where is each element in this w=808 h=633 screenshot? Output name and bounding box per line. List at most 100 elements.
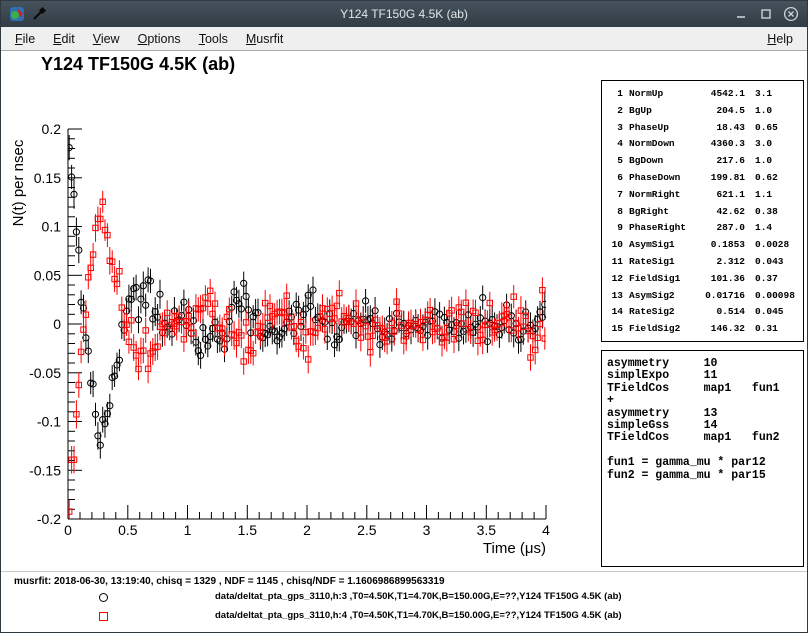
menu-help[interactable]: Help [758,29,802,49]
param-error: 1.0 [755,103,799,120]
series-h3 [66,135,548,459]
param-name: FieldSig1 [629,271,693,288]
param-error: 0.37 [755,271,799,288]
param-value: 287.0 [693,220,745,237]
param-name: AsymSig2 [629,288,693,305]
menu-view[interactable]: View [84,29,129,49]
titlebar: Y124 TF150G 4.5K (ab) [1,1,807,27]
param-number: 10 [608,237,623,254]
axes [68,129,546,519]
param-number: 7 [608,187,623,204]
param-error: 3.1 [755,86,799,103]
svg-text:3: 3 [423,522,431,538]
series-h4 [67,191,548,524]
param-row: 11RateSig12.3120.043 [608,254,799,271]
theory-line: fun1 = gamma_mu * par12 [607,457,803,469]
param-error: 0.0028 [755,237,799,254]
param-row: 14 RateSig20.514 0.045 [608,304,799,321]
param-error: 3.0 [755,136,799,153]
param-row: 8BgRight42.620.38 [608,204,799,221]
theory-box: asymmetry 10simplExpo 11TFieldCos map1 f… [601,350,804,567]
param-value: 199.81 [693,170,745,187]
theory-line: TFieldCos map1 fun2 [607,432,803,444]
svg-text:0: 0 [64,522,72,538]
circle-marker-icon [99,593,108,602]
param-number: 4 [608,136,623,153]
param-number: 1 [608,86,623,103]
param-number: 11 [608,254,623,271]
param-error: 1.0 [755,153,799,170]
param-name: BgRight [629,204,693,221]
svg-text:-0.1: -0.1 [37,414,61,430]
window-title: Y124 TF150G 4.5K (ab) [1,7,807,21]
param-name: FieldSig2 [629,321,693,338]
param-error: 0.045 [755,304,799,321]
svg-text:-0.15: -0.15 [29,462,61,478]
svg-text:0.15: 0.15 [34,170,61,186]
param-value: 18.43 [693,120,745,137]
param-number: 3 [608,120,623,137]
param-number: 9 [608,220,623,237]
pin-icon[interactable] [31,6,47,22]
param-error: 1.4 [755,220,799,237]
svg-text:0.1: 0.1 [42,219,62,235]
param-name: RateSig2 [629,304,693,321]
param-error: 0.65 [755,120,799,137]
param-error: 0.00098 [755,288,799,305]
svg-text:2.5: 2.5 [357,522,377,538]
svg-text:-0.05: -0.05 [29,365,61,381]
app-icon[interactable] [9,6,25,22]
legend-row: data/deltat_pta_gps_3110,h:4 ,T0=4.50K,T… [1,609,807,625]
svg-text:3.5: 3.5 [477,522,497,538]
param-number: 8 [608,204,623,221]
param-row: 6PhaseDown199.810.62 [608,170,799,187]
param-value: 2.312 [693,254,745,271]
param-error: 0.62 [755,170,799,187]
param-error: 0.31 [755,321,799,338]
param-number: 12 [608,271,623,288]
menu-musrfit[interactable]: Musrfit [237,29,293,49]
menubar: FileEditViewOptionsToolsMusrfit Help [1,27,807,51]
theory-line: fun2 = gamma_mu * par15 [607,470,803,482]
param-name: PhaseRight [629,220,693,237]
param-value: 4360.3 [693,136,745,153]
chart-canvas[interactable]: 00.511.522.533.54-0.2-0.15-0.1-0.0500.05… [1,71,599,576]
theory-line: + [607,395,803,407]
param-value: 4542.1 [693,86,745,103]
param-number: 5 [608,153,623,170]
param-value: 621.1 [693,187,745,204]
param-name: NormUp [629,86,693,103]
param-row: 12FieldSig1101.360.37 [608,271,799,288]
menubar-help: Help [758,29,802,49]
menu-tools[interactable]: Tools [190,29,237,49]
maximize-button[interactable] [758,6,774,22]
param-value: 42.62 [693,204,745,221]
svg-text:0.2: 0.2 [42,121,62,137]
x-axis-title: Time (μs) [483,540,546,557]
param-name: NormDown [629,136,693,153]
minimize-button[interactable] [733,6,749,22]
param-error: 1.1 [755,187,799,204]
svg-text:4: 4 [542,522,550,538]
param-row: 4 NormDown4360.3 3.0 [608,136,799,153]
theory-line: TFieldCos map1 fun1 [607,383,803,395]
menu-file[interactable]: File [6,29,44,49]
param-row: 1 NormUp4542.1 3.1 [608,86,799,103]
param-name: AsymSig1 [629,237,693,254]
menu-options[interactable]: Options [129,29,190,49]
svg-text:0.05: 0.05 [34,267,61,283]
svg-text:2: 2 [303,522,311,538]
close-button[interactable] [783,6,799,22]
param-number: 14 [608,304,623,321]
param-name: NormRight [629,187,693,204]
param-value: 0.1853 [693,237,745,254]
param-error: 0.043 [755,254,799,271]
menu-edit[interactable]: Edit [44,29,84,49]
param-name: BgDown [629,153,693,170]
param-value: 0.01716 [693,288,745,305]
param-row: 7 NormRight621.1 1.1 [608,187,799,204]
parameter-box: 1NormUp4542.13.12BgUp204.51.03PhaseUp18.… [601,80,804,342]
param-value: 0.514 [693,304,745,321]
legend-label: data/deltat_pta_gps_3110,h:3 ,T0=4.50K,T… [215,591,622,602]
param-row: 10 AsymSig10.1853 0.0028 [608,237,799,254]
